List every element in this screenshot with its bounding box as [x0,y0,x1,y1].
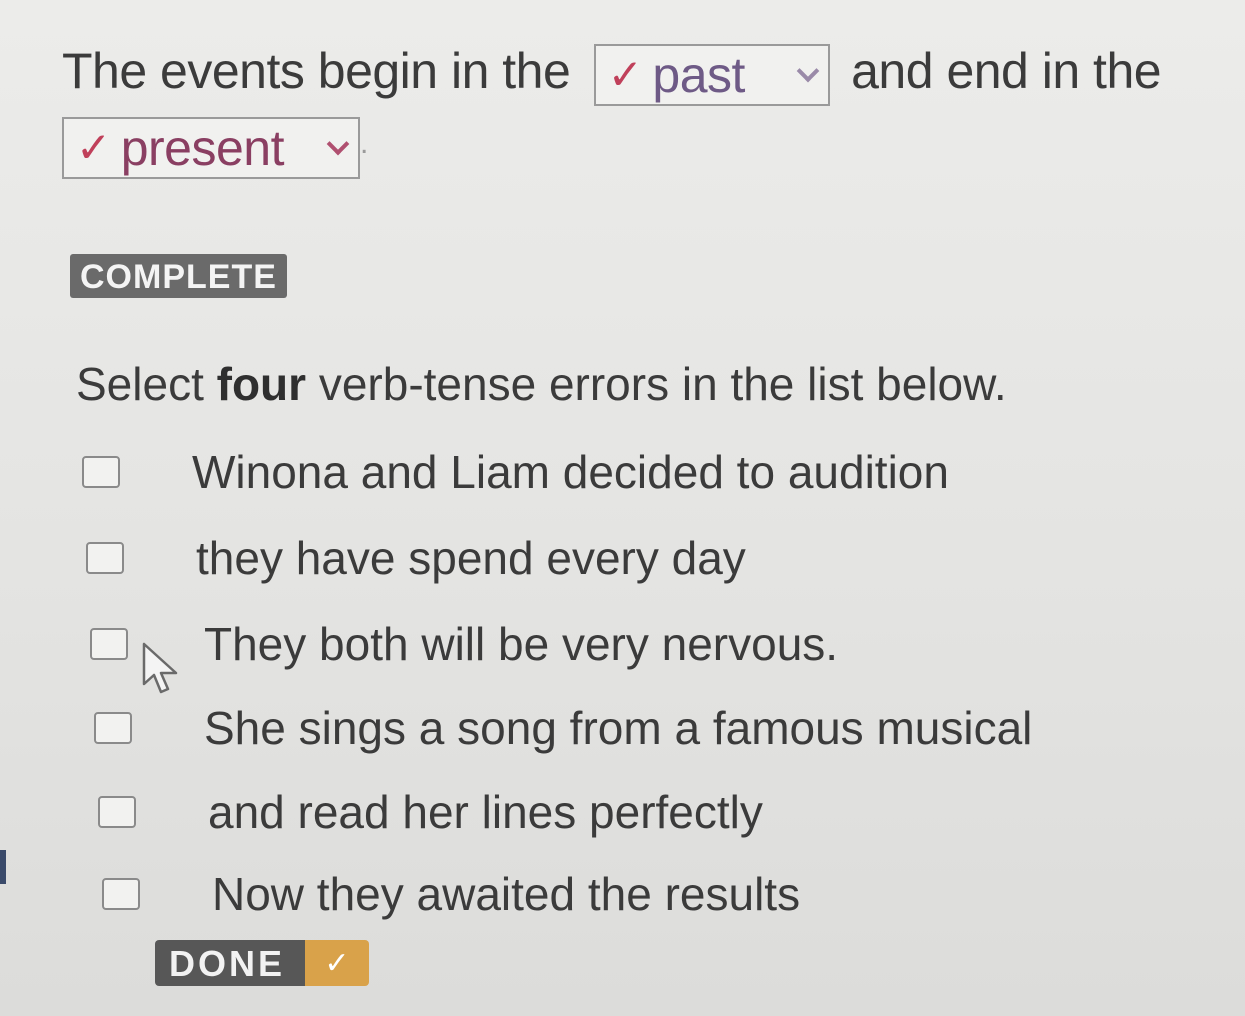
chevron-down-icon [796,59,820,83]
option-item[interactable]: They both will be very nervous. [90,616,838,672]
option-checkbox[interactable] [94,712,132,744]
dropdown-value: present [120,119,285,176]
check-icon: ✓ [305,940,369,986]
mouse-cursor-icon [142,642,178,694]
option-item[interactable]: they have spend every day [86,530,746,586]
dropdown-value: past [652,46,745,103]
option-checkbox[interactable] [102,878,140,910]
chevron-down-icon [326,132,350,156]
complete-badge: COMPLETE [70,254,287,298]
option-label: She sings a song from a famous musical [204,702,1033,754]
option-checkbox[interactable] [86,542,124,574]
tense-dropdown-present[interactable]: ✓ present [62,116,360,179]
option-checkbox[interactable] [90,628,128,660]
sentence-part-1: The events begin in the [62,43,571,99]
instruction-bold: four [216,358,307,410]
option-checkbox[interactable] [82,456,120,488]
instruction-text: Select four verb-tense errors in the lis… [76,355,1007,413]
option-label: Now they awaited the results [212,868,801,920]
option-label: They both will be very nervous. [204,618,839,670]
option-checkbox[interactable] [98,796,136,828]
sentence-period: . [360,126,368,160]
activity-panel: The events begin in the ✓ past and end i… [0,0,1245,1016]
fill-in-sentence: The events begin in the ✓ past and end i… [62,36,1212,179]
option-item[interactable]: Now they awaited the results [102,866,800,922]
sentence-part-2: and end in the [851,43,1162,99]
option-label: Winona and Liam decided to audition [192,446,949,498]
option-label: and read her lines perfectly [208,786,763,838]
option-item[interactable]: She sings a song from a famous musical [94,700,1032,756]
check-icon: ✓ [607,50,643,98]
check-icon: ✓ [76,123,111,171]
window-edge-marker [0,850,6,884]
instruction-after: verb-tense errors in the list below. [306,358,1007,410]
done-button[interactable]: DONE ✓ [155,940,369,986]
option-item[interactable]: and read her lines perfectly [98,784,763,840]
instruction-before: Select [76,358,217,410]
option-label: they have spend every day [196,532,746,584]
tense-dropdown-past[interactable]: ✓ past [593,43,830,106]
done-button-label: DONE [155,940,305,986]
option-item[interactable]: Winona and Liam decided to audition [82,444,949,500]
